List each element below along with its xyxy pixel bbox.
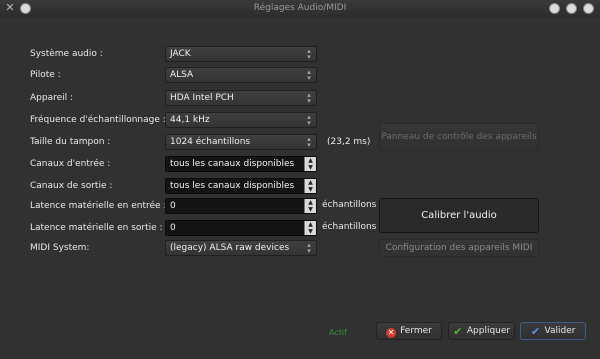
input-channels-value: tous les canaux disponibles xyxy=(170,159,295,169)
apply-button[interactable]: ✔ Appliquer xyxy=(448,322,515,340)
updown-arrows-icon: ▴ ▾ xyxy=(307,91,311,105)
maximize-button[interactable] xyxy=(566,3,577,14)
input-channels-field[interactable]: tous les canaux disponibles ▲ ▼ xyxy=(165,156,317,172)
title-bar: ✕ Réglages Audio/MIDI xyxy=(0,0,600,18)
audio-midi-settings-dialog: Système audio : JACK ▴ ▾ Pilote : ALSA ▴ ▾… xyxy=(0,17,600,359)
output-channels-label: Canaux de sortie : xyxy=(30,181,113,191)
output-channels-field[interactable]: tous les canaux disponibles ▲ ▼ xyxy=(165,178,317,194)
spin-arrows-icon[interactable]: ▲ ▼ xyxy=(304,157,316,171)
midi-device-config-button[interactable]: Configuration des appareils MIDI xyxy=(379,239,539,257)
sample-rate-label: Fréquence d'échantillonnage : xyxy=(30,115,166,125)
audio-system-value: JACK xyxy=(170,49,191,59)
window-title: Réglages Audio/MIDI xyxy=(253,3,347,13)
hw-output-latency-label: Latence matérielle en sortie : xyxy=(30,223,163,233)
hw-output-latency-value: 0 xyxy=(170,223,176,233)
check-icon: ✔ xyxy=(530,325,541,338)
check-icon: ✔ xyxy=(453,325,463,338)
spin-arrows-icon[interactable]: ▲ ▼ xyxy=(304,199,316,213)
buffer-size-value: 1024 échantillons xyxy=(170,137,251,147)
close-button[interactable]: ✕ Fermer xyxy=(376,322,442,340)
buffer-latency-text: (23,2 ms) xyxy=(327,137,371,147)
updown-arrows-icon: ▴ ▾ xyxy=(307,68,311,82)
driver-value: ALSA xyxy=(170,70,194,80)
hw-output-latency-field[interactable]: 0 ▲ ▼ xyxy=(165,220,317,236)
midi-system-select[interactable]: (legacy) ALSA raw devices ▴ ▾ xyxy=(165,240,317,256)
buffer-size-select[interactable]: 1024 échantillons ▴ ▾ xyxy=(165,134,317,150)
midi-system-label: MIDI System: xyxy=(30,243,90,253)
apply-button-label: Appliquer xyxy=(466,326,511,336)
audio-system-select[interactable]: JACK ▴ ▾ xyxy=(165,46,317,62)
calibrate-audio-button[interactable]: Calibrer l'audio xyxy=(379,198,539,233)
buffer-size-label: Taille du tampon : xyxy=(30,137,111,147)
updown-arrows-icon: ▴ ▾ xyxy=(307,135,311,149)
audio-system-label: Système audio : xyxy=(30,49,103,59)
device-value: HDA Intel PCH xyxy=(170,93,234,103)
device-label: Appareil : xyxy=(30,93,74,103)
close-button-label: Fermer xyxy=(400,326,432,336)
hw-input-latency-field[interactable]: 0 ▲ ▼ xyxy=(165,198,317,214)
driver-label: Pilote : xyxy=(30,70,61,80)
ok-button-label: Valider xyxy=(544,326,576,336)
sample-rate-value: 44,1 kHz xyxy=(170,115,210,125)
spin-arrows-icon[interactable]: ▲ ▼ xyxy=(304,221,316,235)
spin-arrows-icon[interactable]: ▲ ▼ xyxy=(304,179,316,193)
driver-select[interactable]: ALSA ▴ ▾ xyxy=(165,67,317,83)
status-indicator: Actif xyxy=(329,328,347,337)
minimize-button[interactable] xyxy=(549,3,560,14)
hw-input-latency-label: Latence matérielle en entrée : xyxy=(30,201,167,211)
cancel-icon: ✕ xyxy=(386,328,397,338)
device-control-panel-button[interactable]: Panneau de contrôle des appareils xyxy=(379,123,539,151)
ok-button[interactable]: ✔ Valider xyxy=(520,322,586,340)
hw-input-latency-value: 0 xyxy=(170,201,176,211)
sample-rate-select[interactable]: 44,1 kHz ▴ ▾ xyxy=(165,112,317,128)
hw-input-latency-unit: échantillons xyxy=(322,200,377,210)
output-channels-value: tous les canaux disponibles xyxy=(170,181,295,191)
midi-system-value: (legacy) ALSA raw devices xyxy=(170,243,290,253)
updown-arrows-icon: ▴ ▾ xyxy=(307,241,311,255)
device-select[interactable]: HDA Intel PCH ▴ ▾ xyxy=(165,90,317,106)
updown-arrows-icon: ▴ ▾ xyxy=(307,47,311,61)
hw-output-latency-unit: échantillons xyxy=(322,222,377,232)
close-window-button[interactable] xyxy=(583,3,594,14)
input-channels-label: Canaux d'entrée : xyxy=(30,159,111,169)
updown-arrows-icon: ▴ ▾ xyxy=(307,113,311,127)
